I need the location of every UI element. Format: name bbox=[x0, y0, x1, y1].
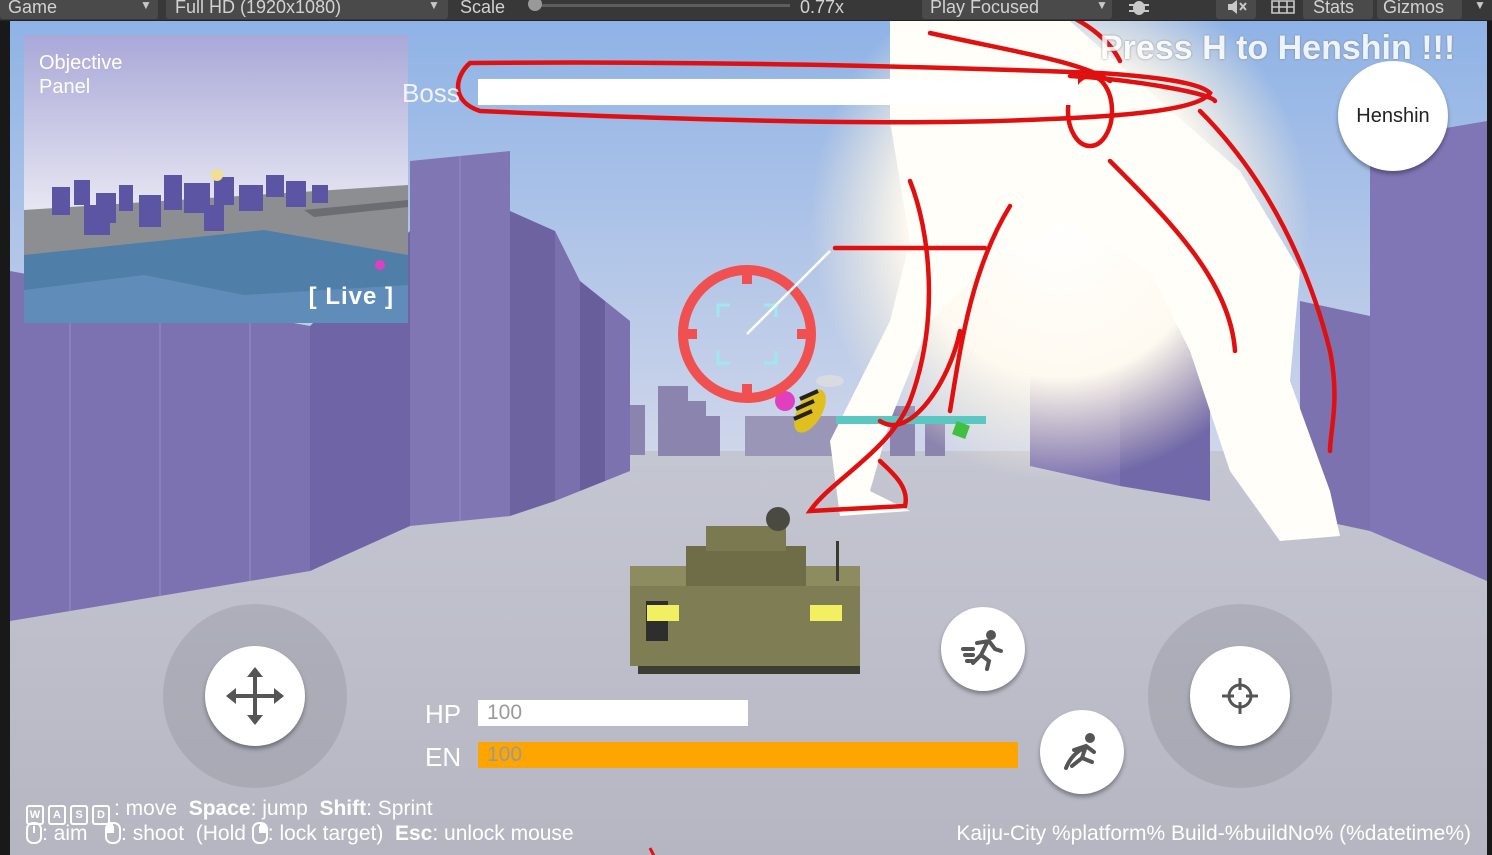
grid-icon[interactable] bbox=[1270, 0, 1296, 14]
hold-help: (Hold bbox=[195, 822, 246, 845]
view-label: Game bbox=[8, 0, 58, 17]
sprint-help: : Sprint bbox=[366, 797, 433, 820]
move-joystick-knob[interactable] bbox=[205, 646, 305, 746]
scale-value: 0.77x bbox=[800, 0, 845, 17]
boss-health-bar bbox=[478, 79, 1078, 105]
en-bar: 100 bbox=[478, 742, 1018, 768]
stats-label: Stats bbox=[1313, 0, 1355, 17]
view-chevron-icon: ▼ bbox=[140, 0, 152, 12]
boss-label: Boss bbox=[402, 78, 460, 108]
move-help: : move bbox=[114, 797, 178, 820]
mouse-left-icon bbox=[105, 822, 122, 844]
en-label: EN bbox=[425, 742, 462, 772]
move-arrows-icon bbox=[226, 667, 284, 725]
audio-mute-icon bbox=[1228, 0, 1247, 14]
scale-label: Scale bbox=[460, 0, 506, 17]
hp-label: HP bbox=[425, 699, 462, 729]
scale-slider-handle[interactable] bbox=[528, 0, 542, 11]
jump-help: : jump bbox=[250, 797, 308, 820]
gizmos-chevron-icon: ▼ bbox=[1474, 0, 1486, 12]
resolution-label: Full HD (1920x1080) bbox=[175, 0, 342, 17]
play-mode-chevron-icon: ▼ bbox=[1096, 0, 1108, 12]
mouse-icon bbox=[26, 822, 42, 844]
objective-panel-title: Objective Panel bbox=[39, 52, 123, 98]
lock-help: : lock target) bbox=[267, 822, 384, 845]
crosshair-icon bbox=[1222, 678, 1258, 714]
dodge-button[interactable] bbox=[1040, 710, 1124, 794]
space-key: Space bbox=[188, 797, 251, 820]
bug-icon[interactable] bbox=[1126, 0, 1152, 16]
play-mode-label: Play Focused bbox=[930, 0, 1040, 17]
resolution-chevron-icon: ▼ bbox=[428, 0, 440, 12]
shoot-help: : shoot bbox=[121, 822, 185, 845]
gizmos-label: Gizmos bbox=[1383, 0, 1445, 17]
aim-help: : aim bbox=[42, 822, 88, 845]
shift-key: Shift bbox=[319, 797, 367, 820]
objective-panel: Objective Panel [ Live ] bbox=[24, 35, 408, 323]
scale-slider[interactable] bbox=[535, 4, 790, 7]
sprint-button[interactable] bbox=[941, 607, 1025, 691]
unlock-help: : unlock mouse bbox=[432, 822, 574, 845]
dodge-icon bbox=[1064, 733, 1096, 770]
game-viewport[interactable]: Objective Panel [ Live ] Boss Press H to… bbox=[10, 21, 1487, 855]
controls-line-2: : aim : shoot (Hold : lock target) Esc: … bbox=[26, 822, 574, 846]
aim-joystick-knob[interactable] bbox=[1190, 646, 1290, 746]
henshin-button[interactable]: Henshin bbox=[1338, 61, 1448, 171]
build-info: Kaiju-City %platform% Build-%buildNo% (%… bbox=[956, 822, 1471, 845]
esc-key: Esc bbox=[395, 822, 433, 845]
sprint-icon bbox=[961, 630, 1003, 671]
controls-line-1: WASD: move Space: jump Shift: Sprint bbox=[26, 797, 433, 825]
hp-bar: 100 bbox=[478, 700, 748, 726]
mouse-right-icon bbox=[251, 822, 268, 844]
editor-toolbar: Game ▼ Full HD (1920x1080) ▼ Scale 0.77x… bbox=[0, 0, 1492, 21]
live-indicator: [ Live ] bbox=[308, 283, 394, 310]
